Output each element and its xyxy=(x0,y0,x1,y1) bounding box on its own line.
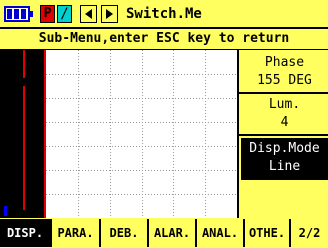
trace-line xyxy=(23,86,25,210)
grid xyxy=(46,50,237,218)
lum-value: 4 xyxy=(280,115,289,130)
menu-othe[interactable]: OTHE. xyxy=(245,219,291,247)
graph-area xyxy=(44,50,237,218)
phase-setting[interactable]: Phase 155 DEG xyxy=(241,52,328,92)
battery-icon xyxy=(4,6,33,22)
disp-mode-label: Disp.Mode xyxy=(249,141,320,156)
phase-label: Phase xyxy=(264,55,305,70)
menu-alar[interactable]: ALAR. xyxy=(149,219,197,247)
bottom-menu: DISP. PARA. DEB. ALAR. ANAL. OTHE. 2/2 xyxy=(0,218,328,248)
settings-panel: Phase 155 DEG Lum. 4 Disp.Mode Line xyxy=(237,50,328,218)
slash-button[interactable]: / xyxy=(57,5,72,23)
page-indicator[interactable]: 2/2 xyxy=(291,219,328,247)
disp-mode-value: Line xyxy=(268,159,301,174)
phase-value: 155 DEG xyxy=(257,73,312,88)
page-title: Switch.Me xyxy=(126,6,202,22)
disp-mode-setting[interactable]: Disp.Mode Line xyxy=(241,138,328,180)
left-arrow-button[interactable] xyxy=(80,5,97,23)
channel-strip xyxy=(0,50,44,218)
right-arrow-button[interactable] xyxy=(101,5,118,23)
lum-setting[interactable]: Lum. 4 xyxy=(241,94,328,134)
submenu-hint: Sub-Menu,enter ESC key to return xyxy=(0,29,328,49)
right-arrow-icon xyxy=(106,9,113,19)
menu-anal[interactable]: ANAL. xyxy=(197,219,245,247)
menu-disp[interactable]: DISP. xyxy=(0,219,52,247)
menu-para[interactable]: PARA. xyxy=(52,219,101,247)
left-arrow-icon xyxy=(85,9,92,19)
marker xyxy=(4,206,7,216)
trace-line xyxy=(23,50,25,78)
lum-label: Lum. xyxy=(268,97,301,112)
p-button[interactable]: P xyxy=(40,5,55,23)
divider xyxy=(239,134,328,136)
menu-deb[interactable]: DEB. xyxy=(101,219,149,247)
